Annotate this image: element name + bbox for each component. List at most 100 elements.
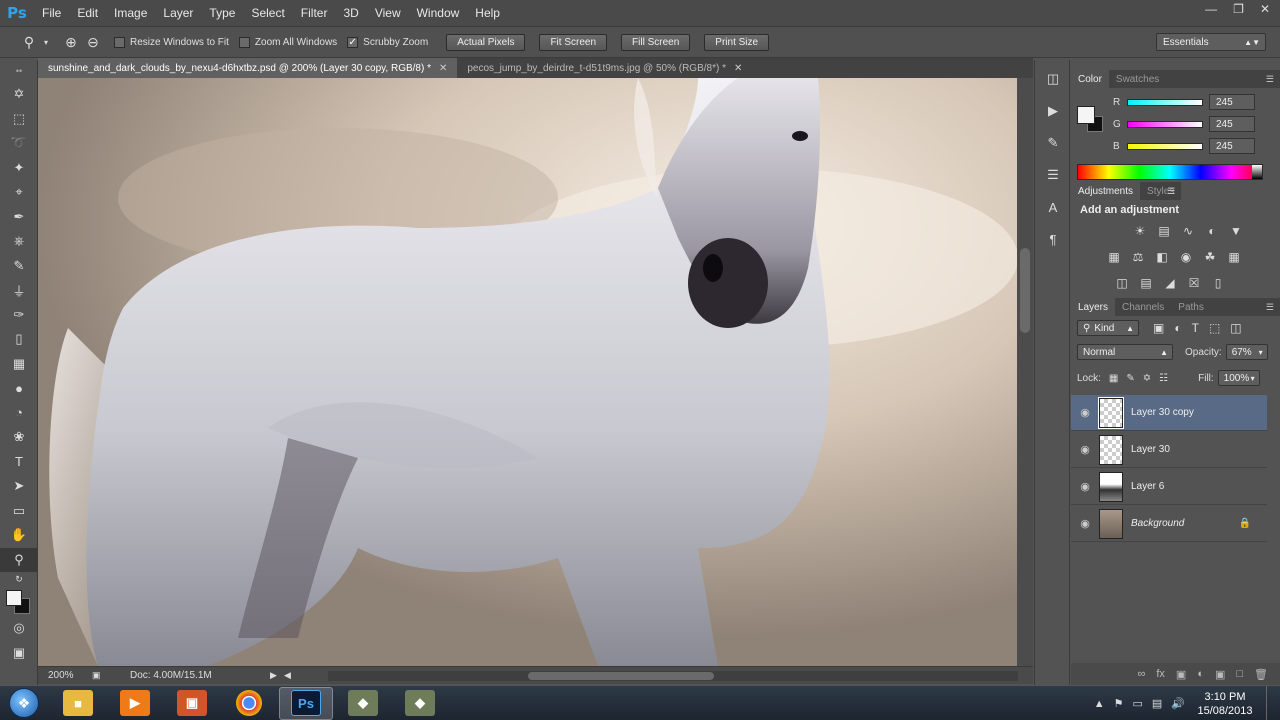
path-selection-tool-icon[interactable]: ➤: [0, 474, 38, 499]
layer-kind-filter[interactable]: ⚲ Kind ▲: [1077, 320, 1139, 336]
gradient-tool-icon[interactable]: ▦: [0, 352, 38, 377]
brush-presets-icon[interactable]: ✎: [1035, 130, 1071, 156]
posterize-icon[interactable]: ▤: [1137, 274, 1155, 292]
tab-layers[interactable]: Layers: [1071, 298, 1116, 316]
resize-windows-checkbox[interactable]: Resize Windows to Fit: [114, 36, 229, 48]
scrubby-zoom-checkbox[interactable]: ✓ Scrubby Zoom: [347, 36, 428, 48]
layer-thumbnail[interactable]: [1099, 434, 1123, 465]
curves-icon[interactable]: ∿: [1179, 222, 1197, 240]
menu-layer[interactable]: Layer: [155, 0, 201, 26]
exposure-icon[interactable]: ◐: [1203, 222, 1221, 240]
lasso-tool-icon[interactable]: ➰: [0, 131, 38, 156]
menu-filter[interactable]: Filter: [293, 0, 336, 26]
layer-row-layer-30-copy[interactable]: ◉ Layer 30 copy: [1071, 395, 1267, 431]
screen-mode-icon[interactable]: ▣: [0, 641, 38, 666]
chevron-down-icon[interactable]: ▾: [40, 31, 52, 53]
eyedropper-tool-icon[interactable]: ✒: [0, 205, 38, 230]
tab-channels[interactable]: Channels: [1115, 298, 1171, 316]
layer-style-icon[interactable]: fx: [1156, 668, 1165, 680]
scroll-left-icon[interactable]: ◀: [284, 670, 291, 681]
foreground-color-swatch[interactable]: [1077, 106, 1095, 124]
brightness-icon[interactable]: ☀: [1131, 222, 1149, 240]
color-balance-icon[interactable]: ⚖: [1129, 248, 1147, 266]
foreground-color-swatch[interactable]: [6, 590, 22, 606]
menu-image[interactable]: Image: [106, 0, 155, 26]
vibrance-icon[interactable]: ▼: [1227, 222, 1245, 240]
blue-slider[interactable]: [1127, 142, 1203, 150]
clock[interactable]: 3:10 PM 15/08/2013: [1194, 690, 1256, 718]
tab-swatches[interactable]: Swatches: [1109, 70, 1166, 88]
properties-icon[interactable]: ☰: [1035, 162, 1071, 188]
tab-document-2[interactable]: pecos_jump_by_deirdre_t-d51t9ms.jpg @ 50…: [457, 58, 752, 78]
close-icon[interactable]: ✕: [1260, 2, 1270, 16]
start-button[interactable]: ❖: [0, 686, 48, 720]
brush-tool-icon[interactable]: ✎: [0, 254, 38, 279]
checkmark-icon[interactable]: ✓: [347, 36, 359, 48]
menu-help[interactable]: Help: [467, 0, 508, 26]
gradient-map-icon[interactable]: ▯: [1209, 274, 1227, 292]
blend-mode-select[interactable]: Normal ▲: [1077, 344, 1173, 360]
actual-pixels-button[interactable]: Actual Pixels: [446, 33, 526, 51]
tab-document-1[interactable]: sunshine_and_dark_clouds_by_nexu4-d6hxtb…: [38, 58, 458, 78]
swap-colors-icon[interactable]: ↻: [0, 572, 38, 586]
link-layers-icon[interactable]: ∞: [1138, 668, 1146, 680]
zoom-tool-icon[interactable]: ⚲: [0, 547, 38, 572]
tab-adjustments[interactable]: Adjustments: [1071, 182, 1141, 200]
layer-thumbnail[interactable]: [1099, 508, 1123, 539]
black-white-icon[interactable]: ◧: [1153, 248, 1171, 266]
visibility-eye-icon[interactable]: ◉: [1071, 480, 1099, 493]
menu-file[interactable]: File: [34, 0, 69, 26]
zoom-tool-icon[interactable]: ⚲: [18, 31, 40, 53]
paragraph-icon[interactable]: ¶: [1035, 226, 1071, 252]
smart-object-filter-icon[interactable]: ◫: [1230, 321, 1241, 335]
network-icon[interactable]: ▤: [1152, 697, 1162, 710]
close-tab-icon[interactable]: ✕: [734, 63, 742, 74]
workspace-switcher[interactable]: Essentials ▲▼: [1156, 33, 1266, 51]
panel-menu-icon[interactable]: ☰: [1266, 74, 1274, 85]
pixel-filter-icon[interactable]: ▣: [1153, 321, 1164, 335]
magic-wand-tool-icon[interactable]: ✦: [0, 156, 38, 181]
tab-paths[interactable]: Paths: [1171, 298, 1211, 316]
checkbox-box[interactable]: [238, 36, 250, 48]
menu-select[interactable]: Select: [243, 0, 292, 26]
new-adjustment-layer-icon[interactable]: ◐: [1197, 668, 1204, 680]
green-slider[interactable]: [1127, 120, 1203, 128]
show-desktop-button[interactable]: [1266, 686, 1280, 720]
layer-name[interactable]: Background: [1131, 518, 1184, 529]
restore-icon[interactable]: ❐: [1233, 2, 1244, 16]
play-arrow-icon[interactable]: ▶: [270, 670, 277, 681]
move-tool-icon[interactable]: ✡: [0, 82, 38, 107]
eraser-tool-icon[interactable]: ▯: [0, 327, 38, 352]
selective-color-icon[interactable]: ☒: [1185, 274, 1203, 292]
panel-menu-icon[interactable]: ☰: [1167, 186, 1175, 197]
print-size-button[interactable]: Print Size: [704, 33, 770, 51]
panel-menu-icon[interactable]: ☰: [1266, 302, 1274, 313]
layer-name[interactable]: Layer 6: [1131, 481, 1164, 492]
type-tool-icon[interactable]: T: [0, 450, 38, 475]
visibility-eye-icon[interactable]: ◉: [1071, 406, 1099, 419]
taskbar-app[interactable]: ◆: [336, 687, 390, 720]
taskbar-explorer[interactable]: ■: [51, 687, 105, 720]
opacity-input[interactable]: 67% ▾: [1225, 344, 1268, 360]
close-tab-icon[interactable]: ✕: [439, 63, 447, 74]
red-slider[interactable]: [1127, 98, 1203, 106]
threshold-icon[interactable]: ◢: [1161, 274, 1179, 292]
scrollbar-thumb[interactable]: [1020, 248, 1030, 333]
checkbox-box[interactable]: [114, 36, 125, 48]
minimize-icon[interactable]: —: [1205, 2, 1217, 16]
zoom-level[interactable]: 200%: [38, 670, 82, 681]
actions-icon[interactable]: ▶: [1035, 98, 1071, 124]
zoom-all-windows-checkbox[interactable]: Zoom All Windows: [238, 36, 337, 48]
adjustment-filter-icon[interactable]: ◐: [1174, 321, 1181, 335]
layer-row-layer-30[interactable]: ◉ Layer 30: [1071, 432, 1267, 468]
lock-image-icon[interactable]: ✎: [1126, 373, 1134, 384]
history-brush-tool-icon[interactable]: ✑: [0, 303, 38, 328]
lock-transparent-icon[interactable]: ▦: [1109, 373, 1118, 384]
clone-stamp-tool-icon[interactable]: ⏚: [0, 278, 38, 303]
blur-tool-icon[interactable]: ●: [0, 376, 38, 401]
visibility-eye-icon[interactable]: ◉: [1071, 517, 1099, 530]
zoom-out-icon[interactable]: ⊖: [82, 31, 104, 53]
color-swatches[interactable]: [0, 586, 38, 616]
volume-icon[interactable]: 🔊: [1171, 697, 1185, 710]
color-lookup-icon[interactable]: ▦: [1225, 248, 1243, 266]
